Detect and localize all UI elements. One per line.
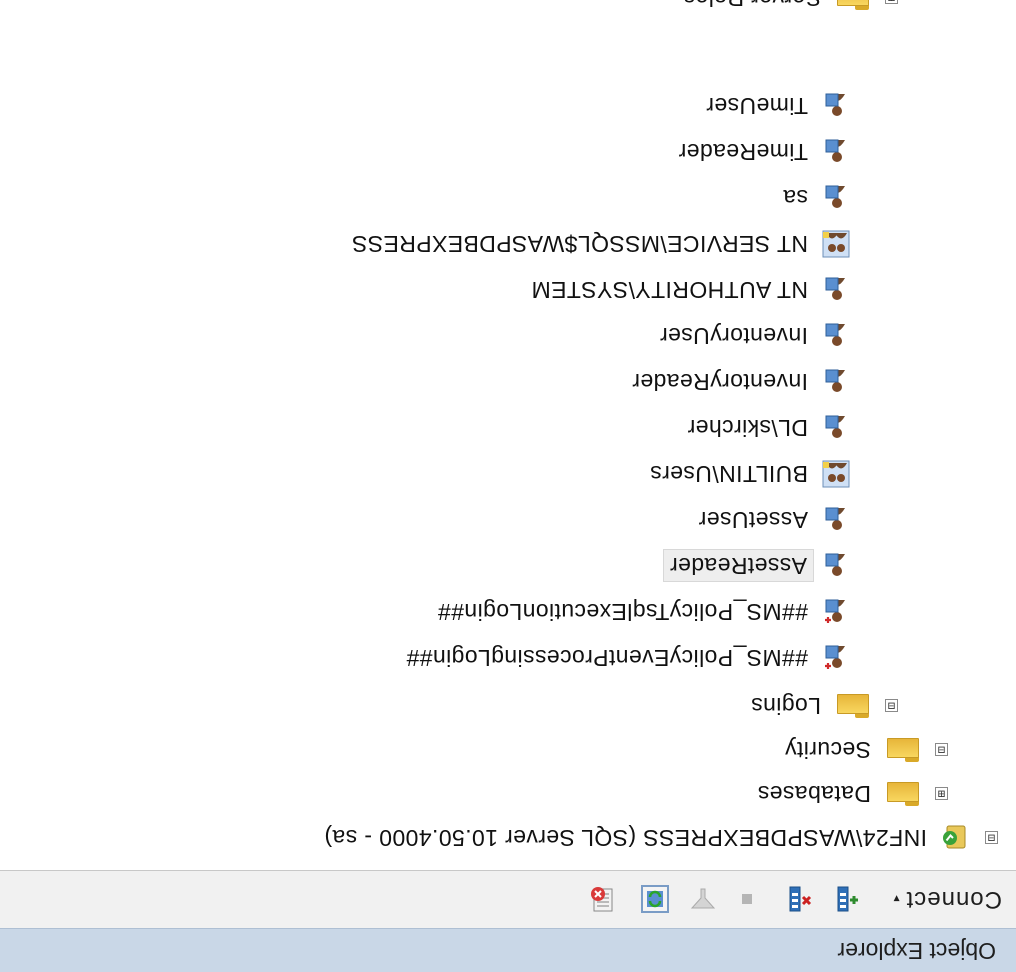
- disconnect-db-icon[interactable]: [780, 882, 814, 916]
- login-icon: [822, 276, 850, 304]
- login-item[interactable]: DL\skircher: [681, 406, 850, 450]
- login-item[interactable]: ##MS_PolicyEventProcessingLogin##: [400, 636, 850, 680]
- stop-icon[interactable]: [730, 882, 764, 916]
- script-icon[interactable]: [586, 882, 620, 916]
- login-item[interactable]: sa: [777, 176, 850, 220]
- login-icon: [822, 92, 850, 120]
- login-item[interactable]: BUILTIN\Users: [644, 452, 850, 496]
- object-explorer-panel: Object Explorer Connect ▾ ⊟ INF24\WASPDB…: [0, 0, 1016, 972]
- login-label: ##MS_PolicyEventProcessingLogin##: [406, 645, 808, 672]
- collapse-icon[interactable]: ⊟: [935, 743, 948, 758]
- login-label: ##MS_PolicyTsqlExecutionLogin##: [437, 599, 808, 626]
- server-roles-label: Server Roles: [677, 0, 827, 14]
- login-icon: [822, 322, 850, 350]
- collapse-icon[interactable]: ⊟: [885, 699, 898, 714]
- connect-button[interactable]: Connect ▾: [893, 882, 1002, 916]
- login-icon: [822, 506, 850, 534]
- login-item[interactable]: InventoryReader: [626, 360, 850, 404]
- tree-node-server-roles[interactable]: ⊞ Server Roles: [677, 0, 898, 20]
- login-disabled-icon: [822, 598, 850, 626]
- login-label: TimeUser: [705, 93, 808, 120]
- login-item[interactable]: AssetUser: [692, 498, 850, 542]
- tree-node-security[interactable]: ⊟ Security: [779, 728, 948, 772]
- login-icon: [822, 368, 850, 396]
- panel-title-bar: Object Explorer: [0, 928, 1016, 972]
- logins-label: Logins: [750, 693, 821, 720]
- login-label: BUILTIN\Users: [649, 461, 808, 488]
- server-label: INF24\WASPDBEXPRESS (SQL Server 10.50.40…: [324, 825, 927, 852]
- login-item[interactable]: InventoryUser: [654, 314, 850, 358]
- login-item[interactable]: ##MS_PolicyTsqlExecutionLogin##: [432, 590, 850, 634]
- panel-title: Object Explorer: [837, 938, 996, 964]
- folder-icon: [837, 0, 869, 10]
- login-item[interactable]: AssetReader: [662, 544, 850, 588]
- server-icon: [941, 824, 969, 852]
- login-item[interactable]: NT SERVICE\MSSQL$WASPDBEXPRESS: [346, 222, 850, 266]
- login-item[interactable]: TimeUser: [700, 84, 850, 128]
- login-label: NT SERVICE\MSSQL$WASPDBEXPRESS: [351, 231, 808, 258]
- connect-label: Connect: [905, 886, 1002, 913]
- refresh-icon[interactable]: [638, 882, 672, 916]
- login-item[interactable]: NT AUTHORITY\SYSTEM: [525, 268, 850, 312]
- group-login-icon: [822, 460, 850, 488]
- login-icon: [822, 184, 850, 212]
- login-label: AssetUser: [698, 507, 808, 534]
- tree-node-server[interactable]: ⊟ INF24\WASPDBEXPRESS (SQL Server 10.50.…: [318, 816, 998, 860]
- folder-icon: [887, 782, 919, 806]
- chevron-down-icon[interactable]: ▾: [893, 892, 900, 906]
- login-label: NT AUTHORITY\SYSTEM: [531, 277, 808, 304]
- login-label: AssetReader: [662, 549, 814, 583]
- login-label: TimeReader: [678, 139, 808, 166]
- login-label: InventoryReader: [631, 369, 808, 396]
- expand-icon[interactable]: ⊞: [935, 787, 948, 802]
- login-icon: [822, 138, 850, 166]
- collapse-icon[interactable]: ⊟: [985, 831, 998, 846]
- group-login-icon: [822, 230, 850, 258]
- folder-icon: [837, 694, 869, 718]
- filter-icon[interactable]: [686, 882, 720, 916]
- tree-node-databases[interactable]: ⊞ Databases: [751, 772, 948, 816]
- login-icon: [822, 414, 850, 442]
- security-label: Security: [784, 737, 871, 764]
- login-item[interactable]: TimeReader: [672, 130, 850, 174]
- object-explorer-toolbar: Connect ▾: [0, 870, 1016, 928]
- tree-node-logins[interactable]: ⊟ Logins: [745, 684, 898, 728]
- expand-icon[interactable]: ⊞: [885, 0, 898, 6]
- databases-label: Databases: [757, 781, 871, 808]
- login-disabled-icon: [822, 644, 850, 672]
- folder-icon: [887, 738, 919, 762]
- login-label: InventoryUser: [659, 323, 808, 350]
- login-label: sa: [782, 185, 808, 212]
- connect-db-icon[interactable]: [828, 882, 862, 916]
- login-label: DL\skircher: [687, 415, 808, 442]
- object-explorer-tree: ⊟ INF24\WASPDBEXPRESS (SQL Server 10.50.…: [0, 0, 1016, 870]
- login-icon: [822, 552, 850, 580]
